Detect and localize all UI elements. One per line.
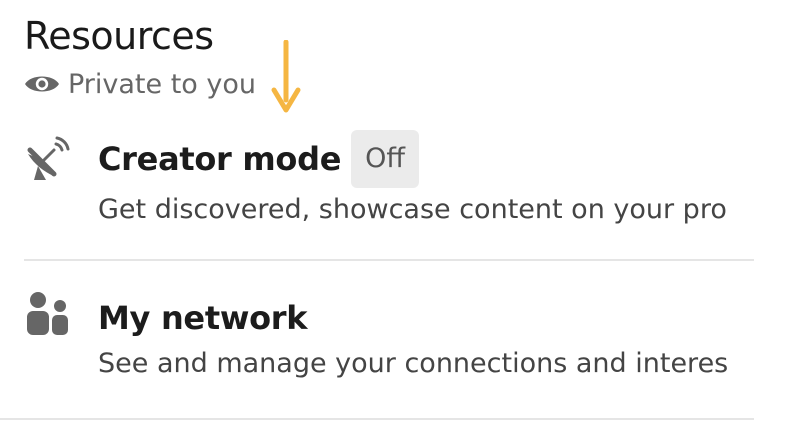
privacy-label: Private to you: [68, 68, 257, 100]
my-network-description: See and manage your connections and inte…: [98, 348, 729, 379]
people-icon: [24, 290, 72, 338]
divider: [24, 259, 754, 261]
section-title: Resources: [24, 14, 214, 58]
creator-mode-description: Get discovered, showcase content on your…: [98, 194, 727, 225]
eye-icon: [24, 72, 60, 96]
arrow-down-icon: [268, 39, 304, 114]
creator-mode-item[interactable]: Creator mode Off Get discovered, showcas…: [24, 124, 754, 260]
my-network-title: My network: [98, 299, 308, 337]
creator-mode-header: Creator mode Off: [98, 130, 419, 188]
status-badge: Off: [351, 130, 419, 188]
divider: [0, 418, 754, 420]
my-network-item[interactable]: My network See and manage your connectio…: [24, 282, 754, 418]
satellite-dish-icon: [24, 134, 72, 182]
my-network-header: My network: [98, 290, 308, 346]
creator-mode-title: Creator mode: [98, 140, 342, 178]
privacy-indicator: Private to you: [24, 64, 256, 104]
